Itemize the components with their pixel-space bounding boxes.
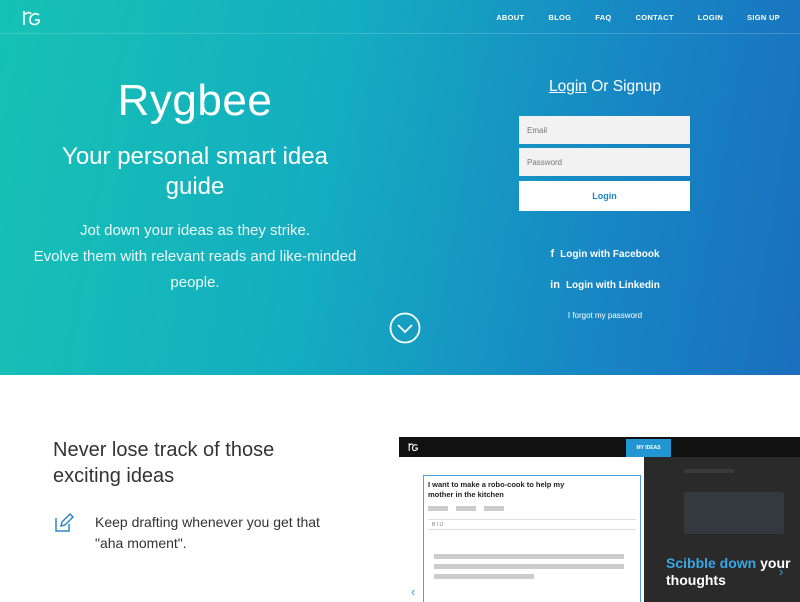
feature-text: Keep drafting whenever you get that "aha… bbox=[95, 514, 320, 551]
main-nav: ABOUT BLOG FAQ CONTACT LOGIN SIGN UP bbox=[472, 0, 780, 34]
facebook-login-label: Login with Facebook bbox=[560, 248, 660, 260]
nav-blog[interactable]: BLOG bbox=[548, 13, 571, 22]
preview-tab-my-ideas: MY IDEAS bbox=[626, 439, 671, 457]
auth-title: Login Or Signup bbox=[520, 78, 690, 96]
linkedin-login-label: Login with Linkedin bbox=[565, 279, 660, 291]
hero-description: Jot down your ideas as they strike. Evol… bbox=[0, 218, 390, 296]
preview-text-line bbox=[434, 554, 624, 559]
preview-toolbar-bar bbox=[484, 506, 504, 511]
email-field[interactable] bbox=[519, 116, 690, 144]
chevron-down-circle-icon[interactable] bbox=[389, 312, 421, 344]
brand-name: Rygbee bbox=[117, 76, 273, 125]
login-tab-link[interactable]: Login bbox=[549, 78, 587, 95]
linkedin-login-button[interactable]: in Login with Linkedin bbox=[520, 279, 690, 291]
preview-format-bar: B I U bbox=[428, 519, 636, 530]
signup-tab-link[interactable]: Or Signup bbox=[587, 78, 661, 95]
linkedin-icon: in bbox=[550, 279, 560, 291]
nav-signup[interactable]: SIGN UP bbox=[747, 13, 780, 22]
nav-login[interactable]: LOGIN bbox=[698, 13, 723, 22]
password-field[interactable] bbox=[519, 148, 690, 176]
top-navbar: ABOUT BLOG FAQ CONTACT LOGIN SIGN UP bbox=[0, 0, 800, 34]
facebook-login-button[interactable]: f Login with Facebook bbox=[520, 248, 690, 260]
hero-description-line: Evolve them with relevant reads and like… bbox=[33, 248, 357, 291]
nav-faq[interactable]: FAQ bbox=[595, 13, 611, 22]
preview-text-line bbox=[434, 564, 624, 569]
hero-section: ABOUT BLOG FAQ CONTACT LOGIN SIGN UP Ryg… bbox=[0, 0, 800, 375]
hero-tagline: Your personal smart idea guide bbox=[62, 143, 328, 200]
feature-title: Never lose track of those exciting ideas bbox=[53, 439, 275, 487]
preview-toolbar-bar bbox=[428, 506, 448, 511]
preview-prev-arrow-icon: ‹ bbox=[411, 584, 416, 599]
nav-contact[interactable]: CONTACT bbox=[636, 13, 674, 22]
preview-toolbar-bar bbox=[456, 506, 476, 511]
facebook-icon: f bbox=[550, 248, 555, 260]
preview-sidebar-card bbox=[684, 492, 784, 534]
login-button[interactable]: Login bbox=[519, 181, 690, 211]
preview-editor-panel: I want to make a robo-cook to help my mo… bbox=[399, 457, 644, 602]
nav-about[interactable]: ABOUT bbox=[496, 13, 524, 22]
preview-editor: I want to make a robo-cook to help my mo… bbox=[423, 475, 641, 602]
forgot-password-link[interactable]: I forgot my password bbox=[520, 311, 690, 320]
pencil-edit-icon bbox=[55, 512, 75, 532]
preview-next-arrow-icon: › bbox=[779, 564, 784, 579]
preview-text-line bbox=[434, 574, 534, 579]
rygbee-logo[interactable] bbox=[20, 7, 42, 29]
preview-topbar: MY IDEAS bbox=[399, 437, 800, 457]
preview-caption-highlight: Scibble down bbox=[666, 555, 757, 571]
hero-description-line: Jot down your ideas as they strike. bbox=[79, 222, 311, 239]
preview-editor-title: I want to make a robo-cook to help my mo… bbox=[428, 480, 565, 499]
rygbee-logo bbox=[408, 443, 418, 452]
preview-sidebar-line bbox=[684, 469, 734, 473]
app-preview: MY IDEAS I want to make a robo-cook to h… bbox=[399, 437, 800, 602]
